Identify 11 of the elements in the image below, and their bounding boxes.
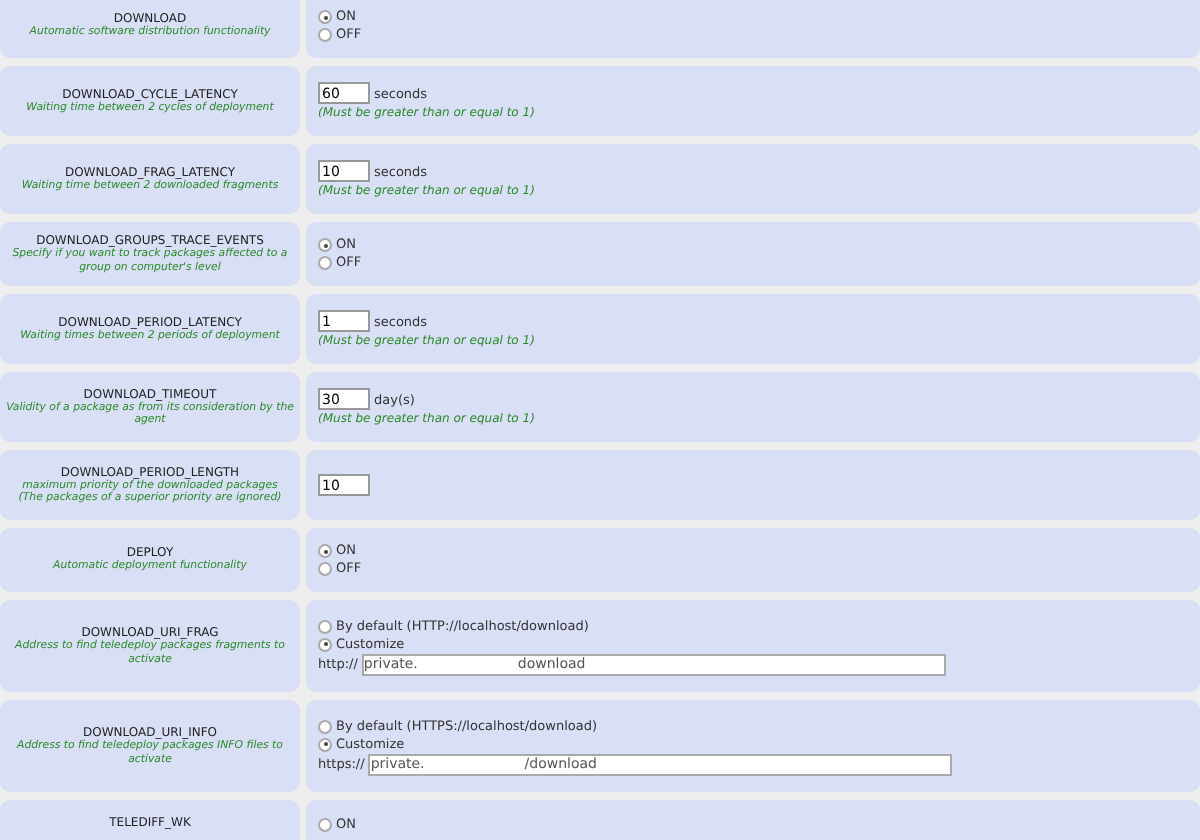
radio-button[interactable] [318,818,332,832]
radio-button[interactable] [318,10,332,24]
radio-button[interactable] [318,737,332,751]
radio-button[interactable] [318,619,332,633]
radio-button[interactable] [318,238,332,252]
radio-button[interactable] [318,256,332,270]
radio-button[interactable] [318,719,332,733]
radio-button[interactable] [318,562,332,576]
radio-button[interactable] [318,28,332,42]
radio-button[interactable] [318,637,332,651]
radio-button[interactable] [318,544,332,558]
